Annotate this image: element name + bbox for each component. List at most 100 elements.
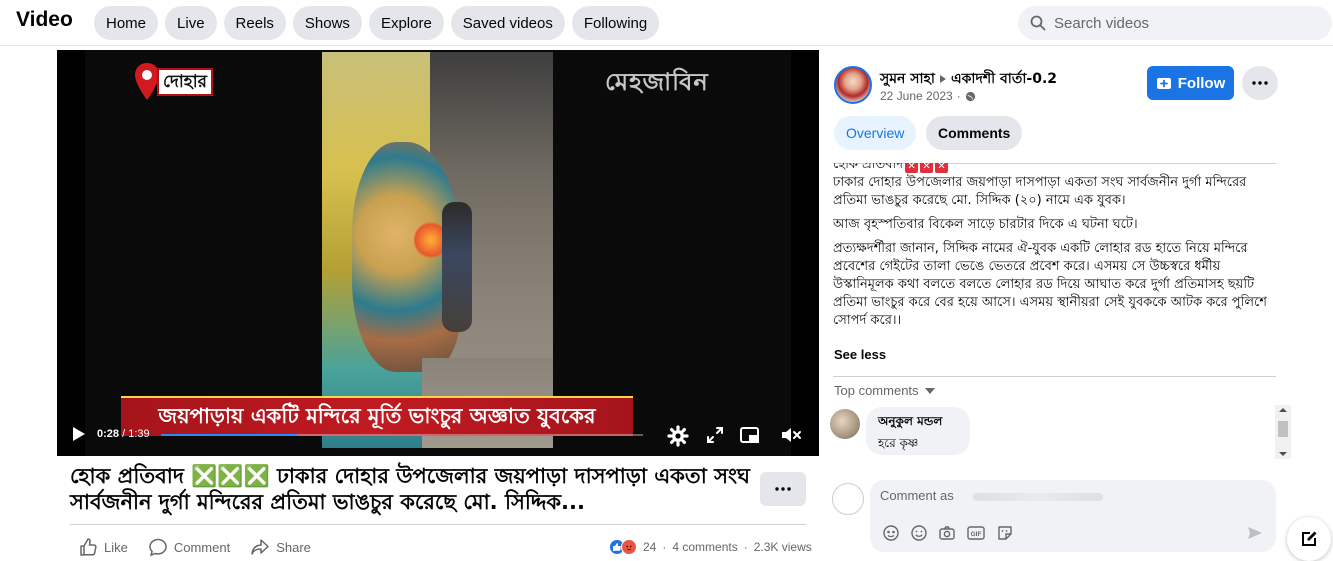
- top-comments-filter[interactable]: Top comments: [834, 383, 935, 398]
- duration: 1:39: [128, 428, 150, 440]
- comment-icon: [149, 538, 167, 557]
- more-dots-icon: [775, 487, 791, 491]
- post-date: 22 June 2023 ·: [880, 89, 976, 103]
- gif-icon[interactable]: GIF: [966, 524, 986, 542]
- divider: [833, 376, 1276, 377]
- share-icon: [251, 539, 269, 555]
- comment-label: Comment: [173, 539, 231, 555]
- video-frame: দোহার মেহজাবিন জয়পাড়ায় একটি মন্দিরে ম…: [85, 50, 791, 456]
- svg-text:GIF: GIF: [971, 531, 982, 538]
- tab-overview[interactable]: Overview: [834, 116, 917, 150]
- nav-saved-videos[interactable]: Saved videos: [450, 6, 565, 40]
- mini-player-icon[interactable]: [739, 425, 761, 445]
- commenter-name[interactable]: অনুকুল মন্ডল: [878, 413, 958, 433]
- author-line: সুমন সাহা একাদশী বার্তা-0.2: [880, 67, 1057, 91]
- comment-text: হরে কৃষ্ণ: [878, 436, 919, 450]
- camera-icon[interactable]: [938, 524, 956, 542]
- share-label: Share: [276, 539, 311, 555]
- top-bar: Video Home Live Reels Shows Explore Save…: [0, 0, 1333, 46]
- view-count: 2.3K views: [753, 540, 812, 554]
- like-label: Like: [104, 539, 128, 555]
- nav-shows[interactable]: Shows: [292, 6, 362, 40]
- composer-tools: GIF: [882, 524, 1014, 542]
- tab-comments[interactable]: Comments: [926, 116, 1023, 150]
- my-avatar: [832, 483, 864, 515]
- follow-label: Follow: [1177, 74, 1226, 92]
- cross-mark-icon: ✕: [905, 163, 919, 173]
- nav-reels[interactable]: Reels: [223, 6, 286, 40]
- post-stats: 24 · 4 comments · 2.3K views: [609, 539, 812, 555]
- redacted-name: [973, 493, 1103, 501]
- globe-icon: [965, 91, 975, 101]
- author-avatar[interactable]: [834, 66, 872, 104]
- avatar-sticker-icon[interactable]: [882, 524, 900, 542]
- search-box[interactable]: [1018, 6, 1332, 40]
- see-less-link[interactable]: See less: [834, 347, 886, 362]
- settings-gear-icon[interactable]: [667, 425, 689, 447]
- video-scene: [322, 52, 553, 448]
- follow-button[interactable]: Follow: [1147, 66, 1234, 100]
- comments-scrollbar[interactable]: [1275, 405, 1291, 459]
- top-comments-label: Top comments: [834, 383, 919, 398]
- follow-icon: [1156, 78, 1171, 89]
- description-paragraph-1: ঢাকার দোহার উপজেলার জয়পাড়া দাসপাড়া এক…: [833, 175, 1247, 208]
- location-tag: দোহার: [133, 62, 213, 102]
- cross-mark-icon: ✕: [935, 163, 949, 173]
- progress-fill: [161, 434, 298, 436]
- description-line-0: হোক প্রতিবাদ: [833, 163, 904, 172]
- scroll-down-icon: [1279, 452, 1287, 456]
- scrollbar-thumb[interactable]: [1278, 421, 1288, 437]
- page-title: Video: [16, 8, 73, 31]
- video-controls: 0:28 / 1:39: [57, 420, 819, 456]
- video-player[interactable]: দোহার মেহজাবিন জয়পাড়ায় একটি মন্দিরে ম…: [57, 50, 819, 456]
- description-paragraph-2: আজ বৃহস্পতিবার বিকেল সাড়ে চারটার দিকে এ…: [833, 217, 1138, 232]
- play-icon[interactable]: [69, 425, 87, 443]
- search-icon: [1030, 15, 1046, 31]
- emoji-icon[interactable]: [910, 524, 928, 542]
- share-button[interactable]: Share: [250, 537, 311, 557]
- post-description: হোক প্রতিবাদ ✕ ✕ ✕ ঢাকার দোহার উপজেলার জয়পা…: [833, 163, 1276, 377]
- cross-mark-icon: ✕: [920, 163, 934, 173]
- location-label: দোহার: [157, 68, 213, 96]
- post-side-panel: সুমন সাহা একাদশী বার্তা-0.2 22 June 2023…: [820, 47, 1333, 561]
- post-actions: Like Comment Share: [78, 537, 311, 557]
- time-display: 0:28 / 1:39: [97, 428, 150, 440]
- search-input[interactable]: [1054, 14, 1314, 32]
- reaction-icons[interactable]: [609, 539, 637, 555]
- reaction-count[interactable]: 24: [643, 540, 656, 554]
- chevron-down-icon: [924, 387, 935, 394]
- scroll-up-icon: [1279, 408, 1287, 412]
- like-icon: [80, 538, 97, 556]
- caret-right-icon: [939, 75, 946, 83]
- nav-home[interactable]: Home: [94, 6, 159, 40]
- comment-composer[interactable]: GIF: [870, 480, 1276, 552]
- description-paragraph-3: প্রত্যক্ষদর্শীরা জানান, সিদ্দিক নামের ঐ-…: [833, 241, 1267, 328]
- commenter-avatar[interactable]: [830, 409, 860, 439]
- post-date-text[interactable]: 22 June 2023: [880, 89, 953, 103]
- new-message-button[interactable]: [1287, 517, 1331, 561]
- divider: [70, 524, 806, 525]
- nav-live[interactable]: Live: [165, 6, 217, 40]
- nav-following[interactable]: Following: [571, 6, 660, 40]
- sticker-icon[interactable]: [996, 524, 1014, 542]
- post-title: হোক প্রতিবাদ ❎❎❎ ঢাকার দোহার উপজেলার জয়…: [70, 464, 750, 514]
- comment-button[interactable]: Comment: [148, 537, 230, 557]
- send-icon[interactable]: [1246, 524, 1264, 542]
- channel-logo: মেহজাবিন: [605, 67, 709, 96]
- post-more-button[interactable]: [760, 472, 806, 506]
- like-button[interactable]: Like: [78, 537, 128, 557]
- nav-pills: Home Live Reels Shows Explore Saved vide…: [94, 6, 660, 40]
- angry-reaction-icon: [621, 539, 637, 555]
- page-name[interactable]: একাদশী বার্তা-0.2: [951, 67, 1057, 91]
- more-dots-icon: [1252, 81, 1268, 85]
- nav-explore[interactable]: Explore: [368, 6, 444, 40]
- compose-icon: [1302, 531, 1317, 546]
- progress-bar[interactable]: [161, 434, 643, 436]
- comment-bubble: অনুকুল মন্ডল হরে কৃষ্ণ: [866, 407, 970, 455]
- comment-count[interactable]: 4 comments: [672, 540, 737, 554]
- current-time: 0:28: [97, 428, 120, 440]
- mute-icon[interactable]: [779, 425, 803, 445]
- author-name[interactable]: সুমন সাহা: [880, 67, 935, 91]
- fullscreen-icon[interactable]: [705, 425, 725, 445]
- panel-more-button[interactable]: [1242, 66, 1278, 100]
